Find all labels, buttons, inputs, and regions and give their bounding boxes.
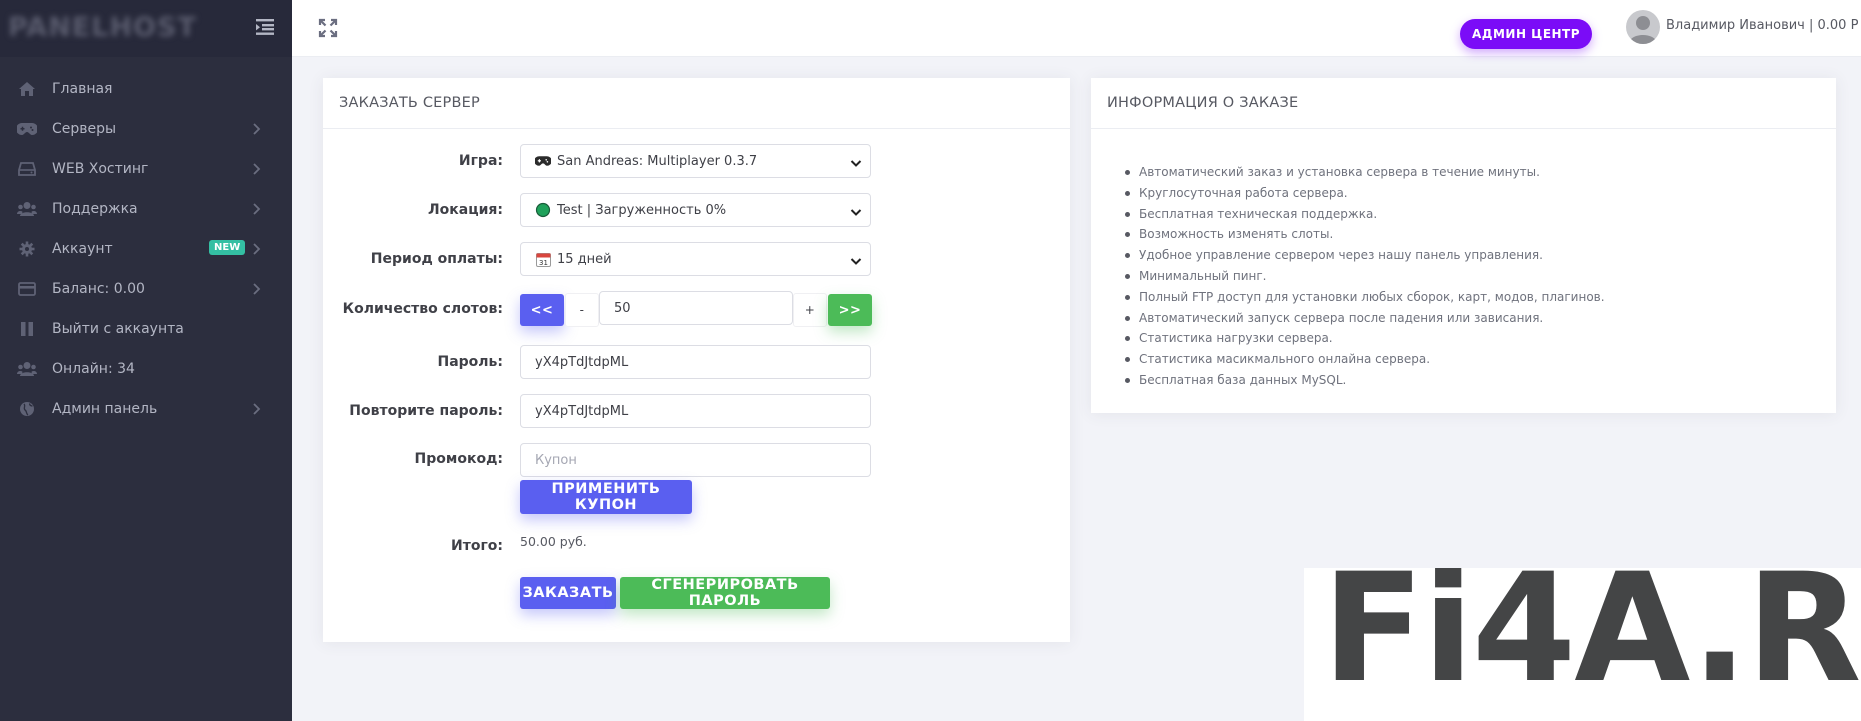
avatar[interactable]	[1626, 10, 1660, 44]
password-label: Пароль:	[437, 354, 503, 370]
sidebar-item-web-hosting[interactable]: WEB Хостинг	[0, 149, 292, 189]
users-icon	[16, 199, 38, 219]
password-repeat-label: Повторите пароль:	[349, 403, 503, 419]
list-item: Круглосуточная работа сервера.	[1125, 183, 1605, 204]
period-label: Период оплаты:	[370, 251, 503, 267]
sidebar-item-label: Админ панель	[52, 401, 158, 417]
slots-decrease-fast-button[interactable]: <<	[520, 294, 564, 326]
sidebar-item-account[interactable]: Аккаунт NEW	[0, 229, 292, 269]
list-item: Статистика нагрузки сервера.	[1125, 328, 1605, 349]
slots-input[interactable]: 50	[599, 291, 793, 325]
total-value: 50.00 руб.	[520, 534, 587, 549]
chevron-right-icon	[252, 241, 262, 257]
credit-card-icon	[16, 279, 38, 299]
total-label: Итого:	[451, 538, 503, 554]
hdd-icon	[16, 159, 38, 179]
list-item: Бесплатная база данных MySQL.	[1125, 370, 1605, 391]
user-info[interactable]: Владимир Иванович | 0.00 Р	[1666, 18, 1858, 33]
promo-input[interactable]: Купон	[520, 443, 871, 477]
gamepad-icon	[535, 153, 551, 169]
top-header: АДМИН ЦЕНТР Владимир Иванович | 0.00 Р	[292, 0, 1861, 57]
portlet-head: ИНФОРМАЦИЯ О ЗАКАЗЕ	[1091, 78, 1836, 129]
location-select[interactable]: Test | Загруженность 0%	[520, 193, 871, 227]
sidebar-item-support[interactable]: Поддержка	[0, 189, 292, 229]
period-select-value: 15 дней	[557, 251, 612, 267]
sidebar: PANELHOST Главная Серверы WEB Хостинг По…	[0, 0, 292, 721]
sidebar-item-admin-panel[interactable]: Админ панель	[0, 389, 292, 429]
info-list: Автоматический заказ и установка сервера…	[1125, 162, 1605, 391]
chevron-right-icon	[252, 121, 262, 137]
pause-icon	[16, 319, 38, 339]
watermark-text: Fi4A.RU	[1322, 568, 1861, 716]
chevron-right-icon	[252, 281, 262, 297]
game-select[interactable]: San Andreas: Multiplayer 0.3.7	[520, 144, 871, 178]
sidebar-menu: Главная Серверы WEB Хостинг Поддержка Ак…	[0, 57, 292, 429]
admin-center-button[interactable]: АДМИН ЦЕНТР	[1460, 19, 1593, 49]
green-circle-icon	[535, 202, 551, 218]
generate-password-button[interactable]: СГЕНЕРИРОВАТЬ ПАРОЛЬ	[620, 577, 830, 609]
sidebar-item-label: Поддержка	[52, 201, 138, 217]
slots-decrease-button[interactable]: -	[565, 293, 599, 327]
chevron-down-icon	[850, 157, 862, 167]
sidebar-item-logout[interactable]: Выйти с аккаунта	[0, 309, 292, 349]
list-item: Удобное управление сервером через нашу п…	[1125, 245, 1605, 266]
list-item: Полный FTP доступ для установки любых сб…	[1125, 287, 1605, 308]
menu-toggle-icon[interactable]	[256, 18, 278, 36]
sidebar-item-label: Выйти с аккаунта	[52, 321, 184, 337]
location-select-value: Test | Загруженность 0%	[557, 202, 727, 218]
apply-coupon-button[interactable]: ПРИМЕНИТЬ КУПОН	[520, 480, 692, 514]
portlet-head: ЗАКАЗАТЬ СЕРВЕР	[323, 78, 1070, 129]
list-item: Автоматический запуск сервера после паде…	[1125, 308, 1605, 329]
sidebar-item-label: Серверы	[52, 121, 117, 137]
game-label: Игра:	[458, 153, 503, 169]
chevron-right-icon	[252, 161, 262, 177]
list-item: Автоматический заказ и установка сервера…	[1125, 162, 1605, 183]
home-icon	[16, 79, 38, 99]
order-info-portlet: ИНФОРМАЦИЯ О ЗАКАЗЕ Автоматический заказ…	[1091, 78, 1836, 413]
info-portlet-title: ИНФОРМАЦИЯ О ЗАКАЗЕ	[1107, 95, 1299, 111]
gear-icon	[16, 239, 38, 259]
order-button[interactable]: ЗАКАЗАТЬ	[520, 577, 616, 609]
list-item: Минимальный пинг.	[1125, 266, 1605, 287]
sidebar-item-home[interactable]: Главная	[0, 69, 292, 109]
svg-text:31: 31	[539, 259, 548, 267]
slots-label: Количество слотов:	[342, 301, 503, 317]
order-server-portlet: ЗАКАЗАТЬ СЕРВЕР Игра: San Andreas: Multi…	[323, 78, 1070, 642]
sidebar-item-label: Баланс: 0.00	[52, 281, 145, 297]
brand-logo[interactable]: PANELHOST	[8, 12, 197, 43]
list-item: Статистика масикмального онлайна сервера…	[1125, 349, 1605, 370]
globe-icon	[16, 399, 38, 419]
order-portlet-title: ЗАКАЗАТЬ СЕРВЕР	[339, 95, 480, 111]
password-input[interactable]: yX4pTdJtdpML	[520, 345, 871, 379]
sidebar-item-label: Онлайн: 34	[52, 361, 135, 377]
sidebar-brand: PANELHOST	[0, 0, 292, 57]
promo-label: Промокод:	[414, 451, 503, 467]
list-item: Бесплатная техническая поддержка.	[1125, 204, 1605, 225]
watermark: Fi4A.RU	[1304, 568, 1861, 721]
slots-increase-button[interactable]: +	[793, 293, 827, 327]
game-select-value: San Andreas: Multiplayer 0.3.7	[557, 153, 758, 169]
sidebar-item-online[interactable]: Онлайн: 34	[0, 349, 292, 389]
chevron-right-icon	[252, 201, 262, 217]
chevron-down-icon	[850, 255, 862, 265]
slots-increase-fast-button[interactable]: >>	[828, 294, 872, 326]
password-repeat-input[interactable]: yX4pTdJtdpML	[520, 394, 871, 428]
gamepad-icon	[16, 119, 38, 139]
sidebar-item-label: Аккаунт	[52, 241, 113, 257]
fullscreen-icon[interactable]	[318, 18, 338, 38]
period-select[interactable]: 31 15 дней	[520, 242, 871, 276]
location-label: Локация:	[428, 202, 503, 218]
sidebar-item-servers[interactable]: Серверы	[0, 109, 292, 149]
list-item: Возможность изменять слоты.	[1125, 224, 1605, 245]
sidebar-item-label: WEB Хостинг	[52, 161, 149, 177]
calendar-icon: 31	[535, 251, 551, 267]
chevron-right-icon	[252, 401, 262, 417]
sidebar-item-balance[interactable]: Баланс: 0.00	[0, 269, 292, 309]
users-icon	[16, 359, 38, 379]
chevron-down-icon	[850, 206, 862, 216]
new-badge: NEW	[209, 240, 246, 255]
sidebar-item-label: Главная	[52, 81, 113, 97]
